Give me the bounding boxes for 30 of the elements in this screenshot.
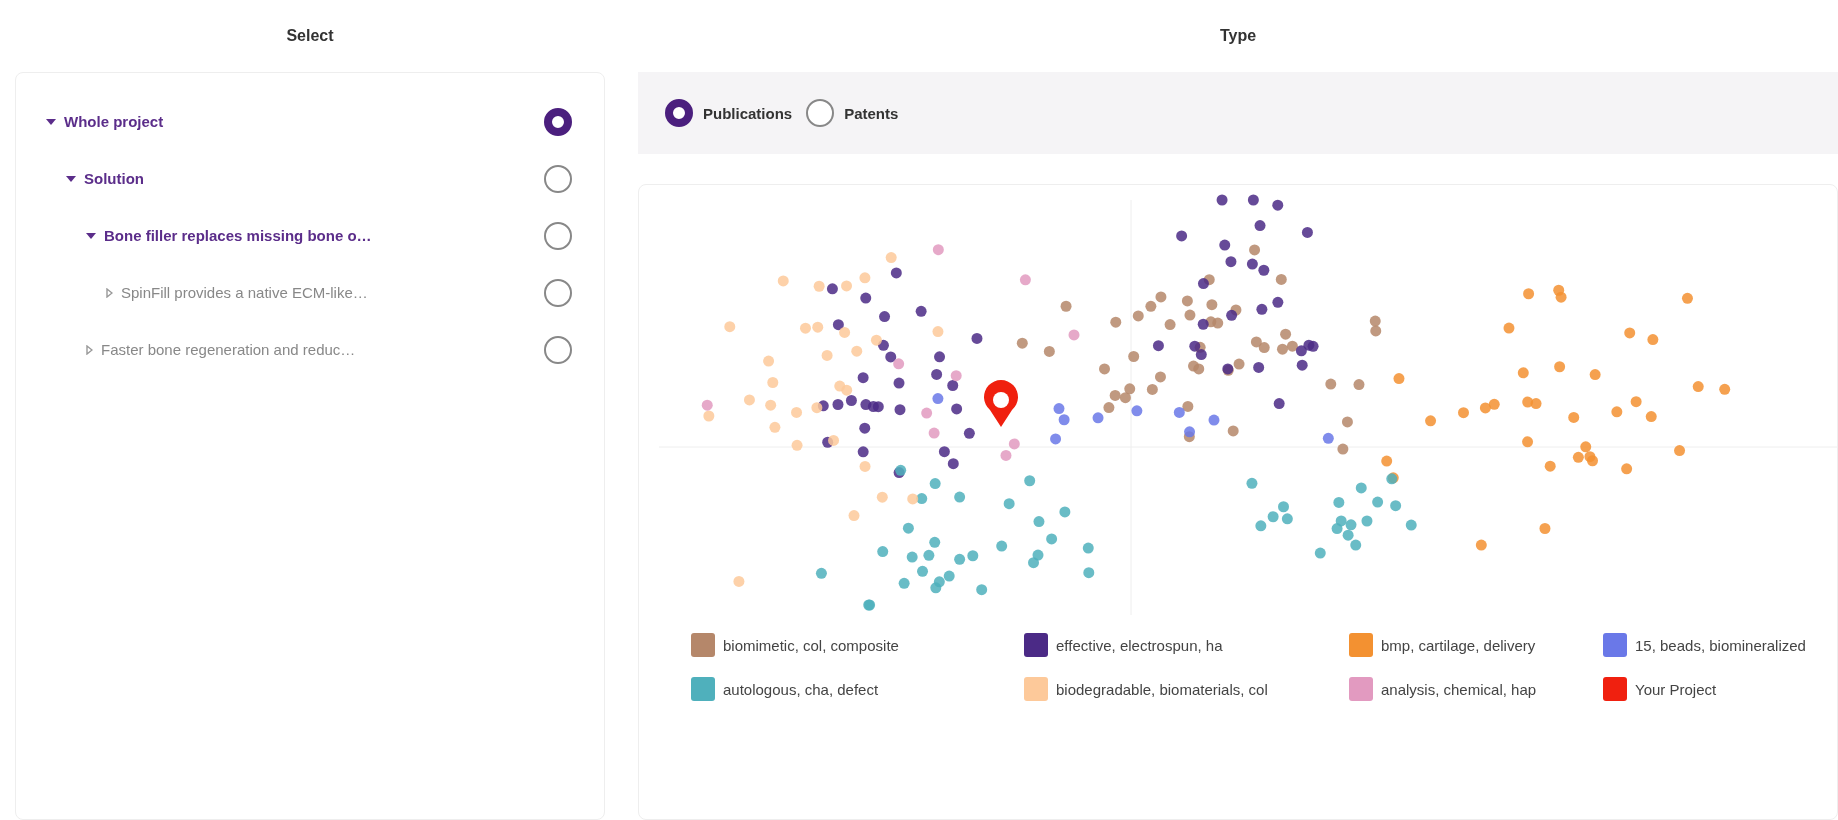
tree-item-label[interactable]: Faster bone regeneration and reduc…	[101, 341, 544, 358]
legend-label: bmp, cartilage, delivery	[1381, 636, 1536, 654]
panel-title: Type	[1219, 27, 1257, 45]
tree-item-label[interactable]: Bone filler replaces missing bone o…	[104, 227, 544, 244]
radio-button[interactable]	[544, 107, 572, 136]
caret-right-icon[interactable]	[86, 344, 93, 355]
legend-label: Your Project	[1635, 680, 1717, 698]
caret-right-icon[interactable]	[106, 287, 113, 298]
radio-button[interactable]	[544, 164, 572, 193]
panel-title: Select	[286, 27, 334, 45]
legend-label: biodegradable, biomaterials, col	[1056, 680, 1268, 698]
tree-item-label[interactable]: Solution	[84, 170, 544, 187]
caret-down-icon[interactable]	[46, 118, 56, 125]
location-pin-icon	[984, 380, 1018, 427]
radio-button[interactable]	[544, 278, 572, 307]
tree-item-label[interactable]: Whole project	[64, 113, 544, 130]
legend-label: 15, beads, biomineralized	[1635, 636, 1806, 654]
caret-down-icon[interactable]	[86, 232, 96, 239]
radio-button[interactable]	[544, 221, 572, 250]
legend-label: autologous, cha, defect	[723, 680, 879, 698]
legend-label: analysis, chemical, hap	[1381, 680, 1537, 698]
radio-button[interactable]	[544, 335, 572, 364]
radio-label[interactable]: Publications	[703, 104, 793, 122]
legend-label: biomimetic, col, composite	[723, 636, 899, 654]
radio-button[interactable]	[665, 99, 693, 127]
legend-label: effective, electrospun, ha	[1056, 636, 1223, 654]
radio-label[interactable]: Patents	[844, 104, 899, 122]
caret-down-icon[interactable]	[66, 175, 76, 182]
radio-button[interactable]	[806, 99, 835, 127]
tree-item-label[interactable]: SpinFill provides a native ECM-like…	[121, 284, 544, 301]
